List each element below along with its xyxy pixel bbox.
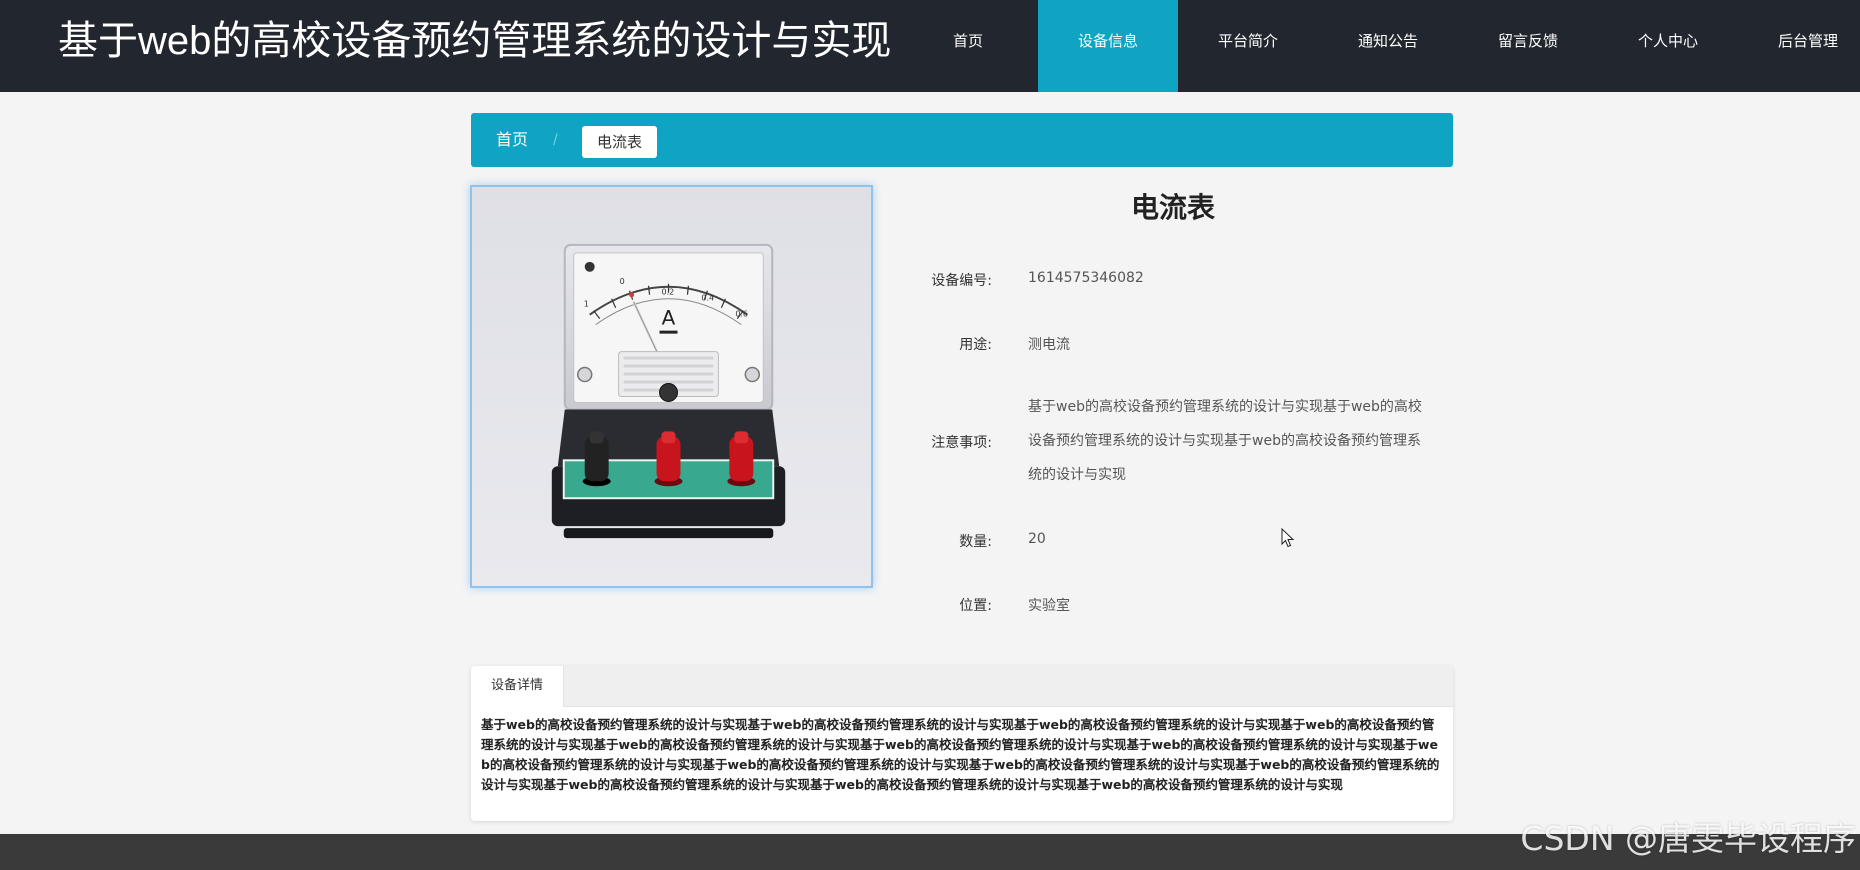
location-value: 实验室 — [1028, 598, 1070, 614]
usage-label: 用途: — [959, 337, 992, 353]
dial-letter: A — [662, 306, 676, 330]
quantity-value: 20 — [1028, 531, 1046, 547]
notes-value: 基于web的高校设备预约管理系统的设计与实现基于web的高校 设备预约管理系统的… — [1028, 390, 1428, 492]
location-label: 位置: — [959, 598, 992, 614]
main-nav: 首页 设备信息 平台简介 通知公告 留言反馈 个人中心 后台管理 — [898, 0, 1860, 92]
notes-line: 统的设计与实现 — [1028, 467, 1126, 483]
usage-value: 测电流 — [1028, 337, 1070, 353]
scale-label: 0 — [620, 277, 625, 286]
breadcrumb-home-link[interactable]: 首页 — [496, 113, 528, 167]
ammeter-image: 1 0 0.2 0.4 0.6 A — [472, 187, 871, 586]
tab-equipment-details[interactable]: 设备详情 — [471, 666, 564, 707]
scale-label: 0.2 — [662, 288, 675, 297]
breadcrumb-separator: / — [553, 132, 558, 148]
tab-bar: 设备详情 — [471, 666, 1453, 707]
detail-tabs: 设备详情 基于web的高校设备预约管理系统的设计与实现基于web的高校设备预约管… — [471, 666, 1453, 821]
nav-feedback[interactable]: 留言反馈 — [1458, 0, 1598, 92]
quantity-label: 数量: — [959, 534, 992, 550]
tab-content: 基于web的高校设备预约管理系统的设计与实现基于web的高校设备预约管理系统的设… — [481, 717, 1440, 792]
notes-label: 注意事项: — [931, 435, 992, 451]
equipment-title: 电流表 — [1130, 191, 1215, 224]
nav-home[interactable]: 首页 — [898, 0, 1038, 92]
notes-line: 设备预约管理系统的设计与实现基于web的高校设备预约管理系 — [1028, 433, 1421, 449]
scale-label: 0.6 — [735, 310, 748, 319]
scale-label: 1 — [584, 300, 589, 309]
mouse-cursor-icon — [1281, 528, 1295, 548]
nav-admin[interactable]: 后台管理 — [1738, 0, 1860, 92]
nav-user-center[interactable]: 个人中心 — [1598, 0, 1738, 92]
nav-announcements[interactable]: 通知公告 — [1318, 0, 1458, 92]
nav-platform-intro[interactable]: 平台简介 — [1178, 0, 1318, 92]
nav-equipment-info[interactable]: 设备信息 — [1038, 0, 1178, 92]
scale-label: 0.4 — [701, 294, 714, 303]
notes-line: 基于web的高校设备预约管理系统的设计与实现基于web的高校 — [1028, 399, 1422, 415]
code-label: 设备编号: — [931, 273, 992, 289]
product-image: 1 0 0.2 0.4 0.6 A — [470, 185, 873, 588]
watermark: CSDN @唐雯毕设程序 — [1520, 819, 1856, 858]
code-value: 1614575346082 — [1028, 270, 1144, 286]
breadcrumb: 首页 / 电流表 — [471, 113, 1453, 167]
site-header: 基于web的高校设备预约管理系统的设计与实现 首页 设备信息 平台简介 通知公告… — [0, 0, 1860, 92]
breadcrumb-current: 电流表 — [582, 126, 658, 158]
site-title: 基于web的高校设备预约管理系统的设计与实现 — [58, 19, 892, 63]
